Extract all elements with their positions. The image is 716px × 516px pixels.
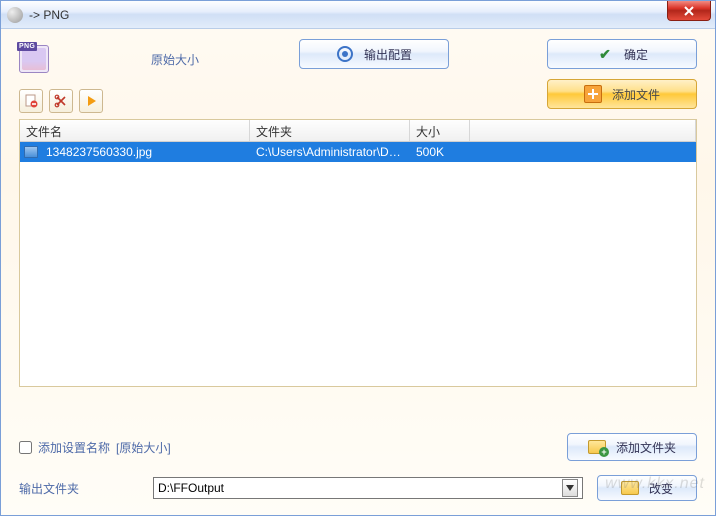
add-setting-checkbox[interactable] <box>19 441 32 454</box>
header-folder[interactable]: 文件夹 <box>250 120 410 141</box>
add-file-label: 添加文件 <box>612 86 660 103</box>
right-button-column: ✔ 确定 添加文件 <box>547 39 697 109</box>
output-folder-label: 输出文件夹 <box>19 480 139 497</box>
close-icon <box>684 6 694 16</box>
play-button[interactable] <box>79 89 103 113</box>
change-button[interactable]: 改变 <box>597 475 697 501</box>
table-row[interactable]: 1348237560330.jpg C:\Users\Administrator… <box>20 142 696 162</box>
folder-icon <box>621 479 639 497</box>
header-filename[interactable]: 文件名 <box>20 120 250 141</box>
add-setting-label: 添加设置名称 <box>38 439 110 456</box>
remove-icon <box>24 94 38 108</box>
app-icon <box>7 7 23 23</box>
original-size-label: 原始大小 <box>151 51 199 68</box>
cell-folder: C:\Users\Administrator\Des... <box>250 145 410 159</box>
add-folder-label: 添加文件夹 <box>616 439 676 456</box>
setting-value: [原始大小] <box>116 439 171 456</box>
remove-button[interactable] <box>19 89 43 113</box>
close-button[interactable] <box>667 1 711 21</box>
change-label: 改变 <box>649 480 673 497</box>
plus-icon <box>584 85 602 103</box>
add-file-button[interactable]: 添加文件 <box>547 79 697 109</box>
png-format-icon <box>19 45 49 73</box>
cell-size: 500K <box>410 145 470 159</box>
cell-filename: 1348237560330.jpg <box>40 145 250 159</box>
image-file-icon <box>24 146 38 158</box>
gear-icon <box>336 45 354 63</box>
client-area: 原始大小 输出配置 ✔ 确定 添加文件 <box>1 29 715 515</box>
combo-dropdown-button[interactable] <box>562 479 578 497</box>
add-setting-row: 添加设置名称 [原始大小] 添加文件夹 <box>19 433 697 461</box>
scissors-icon <box>54 94 68 108</box>
app-window: -> PNG 原始大小 输出配置 ✔ 确定 添加文件 <box>0 0 716 516</box>
header-size[interactable]: 大小 <box>410 120 470 141</box>
header-spacer <box>470 120 696 141</box>
output-folder-value: D:\FFOutput <box>158 481 562 495</box>
cut-button[interactable] <box>49 89 73 113</box>
chevron-down-icon <box>566 485 574 491</box>
output-folder-combo[interactable]: D:\FFOutput <box>153 477 583 499</box>
ok-label: 确定 <box>624 46 648 63</box>
bottom-panel: 添加设置名称 [原始大小] 添加文件夹 输出文件夹 D:\FFOutput <box>19 433 697 501</box>
folder-plus-icon <box>588 438 606 456</box>
play-icon <box>84 94 98 108</box>
output-config-label: 输出配置 <box>364 46 412 63</box>
file-table: 文件名 文件夹 大小 1348237560330.jpg C:\Users\Ad… <box>19 119 697 387</box>
output-config-button[interactable]: 输出配置 <box>299 39 449 69</box>
add-folder-button[interactable]: 添加文件夹 <box>567 433 697 461</box>
ok-button[interactable]: ✔ 确定 <box>547 39 697 69</box>
window-title: -> PNG <box>29 8 69 22</box>
table-header: 文件名 文件夹 大小 <box>20 120 696 142</box>
output-folder-row: 输出文件夹 D:\FFOutput 改变 <box>19 475 697 501</box>
titlebar: -> PNG <box>1 1 715 29</box>
check-icon: ✔ <box>596 45 614 63</box>
